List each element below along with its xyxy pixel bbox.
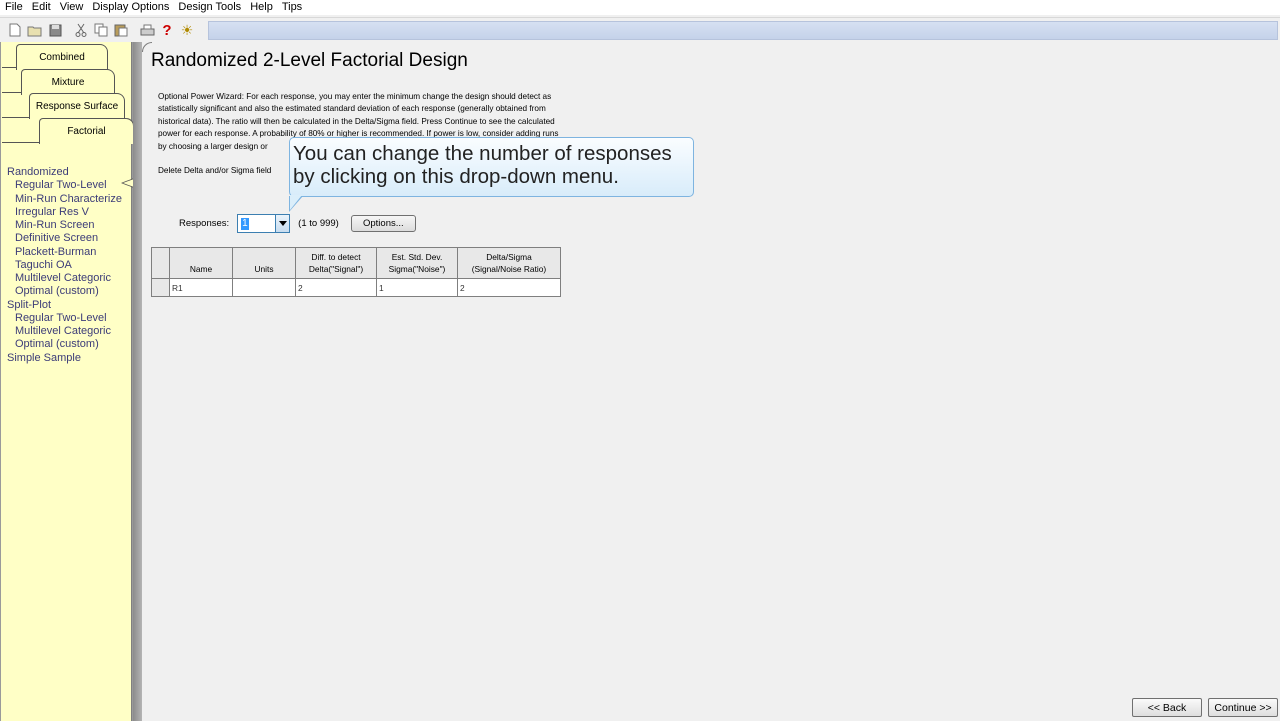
column-header-ratio: Delta/Sigma (Signal/Noise Ratio) xyxy=(457,247,561,279)
nav-irregular-res-v[interactable]: Irregular Res V xyxy=(7,206,132,219)
toolbar: ? ☀ xyxy=(0,17,1280,42)
responses-value[interactable]: 1 xyxy=(241,217,249,230)
column-header-delta: Diff. to detect Delta("Signal") xyxy=(295,247,377,279)
menu-tips[interactable]: Tips xyxy=(282,0,302,15)
cell-sigma[interactable]: 1 xyxy=(376,278,458,297)
callout-line: You can change the number of responses xyxy=(293,142,672,165)
tutorial-callout: You can change the number of responses b… xyxy=(289,137,694,197)
design-type-panel: Combined Mixture Response Surface Factor… xyxy=(0,42,142,721)
nav-plackett-burman[interactable]: Plackett-Burman xyxy=(7,246,132,259)
cell-ratio: 2 xyxy=(457,278,561,297)
back-button[interactable]: << Back xyxy=(1132,698,1202,717)
cell-delta[interactable]: 2 xyxy=(295,278,377,297)
nav-taguchi-oa[interactable]: Taguchi OA xyxy=(7,259,132,272)
menu-file[interactable]: File xyxy=(5,0,23,15)
nav-multilevel-categoric[interactable]: Multilevel Categoric xyxy=(7,272,132,285)
toolbar-strip xyxy=(208,20,1278,40)
nav-randomized[interactable]: Randomized xyxy=(7,166,132,179)
nav-split-plot-optimal-custom[interactable]: Optimal (custom) xyxy=(7,338,132,351)
responses-grid: Name Units Diff. to detect Delta("Signal"… xyxy=(151,247,561,297)
column-header-name: Name xyxy=(169,247,233,279)
description-line: historical data). The ratio will then be… xyxy=(158,116,555,126)
print-icon[interactable] xyxy=(139,22,155,38)
panel-splitter[interactable] xyxy=(133,42,142,721)
responses-row: Responses: 1 (1 to 999) Options... xyxy=(179,214,416,233)
nav-optimal-custom[interactable]: Optimal (custom) xyxy=(7,285,132,298)
nav-regular-two-level[interactable]: Regular Two-Level xyxy=(7,179,132,192)
menu-view[interactable]: View xyxy=(60,0,84,15)
tab-response-surface[interactable]: Response Surface xyxy=(29,93,125,119)
nav-min-run-screen[interactable]: Min-Run Screen xyxy=(7,219,132,232)
cell-name[interactable]: R1 xyxy=(169,278,233,297)
nav-simple-sample[interactable]: Simple Sample xyxy=(7,352,132,365)
new-file-icon[interactable] xyxy=(7,22,23,38)
description-line: Optional Power Wizard: For each response… xyxy=(158,92,552,101)
column-header-units: Units xyxy=(232,247,296,279)
tab-mixture[interactable]: Mixture xyxy=(21,69,115,95)
menu-display-options[interactable]: Display Options xyxy=(92,0,169,15)
nav-split-plot-regular-two-level[interactable]: Regular Two-Level xyxy=(7,312,132,325)
nav-definitive-screen[interactable]: Definitive Screen xyxy=(7,232,132,245)
description-line: statistically significant and also the e… xyxy=(158,104,546,114)
continue-button[interactable]: Continue >> xyxy=(1208,698,1278,717)
cut-icon[interactable] xyxy=(73,22,89,38)
grid-corner xyxy=(151,247,170,279)
nav-min-run-characterize[interactable]: Min-Run Characterize xyxy=(7,193,132,206)
menu-edit[interactable]: Edit xyxy=(32,0,51,15)
nav-split-plot[interactable]: Split-Plot xyxy=(7,299,132,312)
nav-split-plot-multilevel-categoric[interactable]: Multilevel Categoric xyxy=(7,325,132,338)
help-icon[interactable]: ? xyxy=(159,22,175,39)
open-folder-icon[interactable] xyxy=(27,22,43,38)
save-icon[interactable] xyxy=(47,22,63,38)
delete-note: Delete Delta and/or Sigma field xyxy=(158,166,272,175)
tab-combined[interactable]: Combined xyxy=(16,44,108,70)
menu-bar: File Edit View Display Options Design To… xyxy=(0,0,1280,15)
table-row: R1 2 1 2 xyxy=(151,278,561,297)
options-button[interactable]: Options... xyxy=(350,215,416,232)
design-nav-tree: Randomized Regular Two-Level Min-Run Cha… xyxy=(7,166,132,365)
responses-range: (1 to 999) xyxy=(298,218,339,229)
copy-icon[interactable] xyxy=(93,22,109,38)
design-type-panel-body: Combined Mixture Response Surface Factor… xyxy=(1,42,134,721)
callout-line: by clicking on this drop-down menu. xyxy=(293,165,619,188)
row-header[interactable] xyxy=(151,278,170,297)
menu-help[interactable]: Help xyxy=(250,0,273,15)
cell-units[interactable] xyxy=(232,278,296,297)
responses-label: Responses: xyxy=(179,218,230,229)
responses-dropdown[interactable]: 1 xyxy=(237,214,291,233)
paste-icon[interactable] xyxy=(113,22,129,38)
tip-bulb-icon[interactable]: ☀ xyxy=(179,22,195,38)
column-header-sigma: Est. Std. Dev. Sigma("Noise") xyxy=(376,247,458,279)
page-title: Randomized 2-Level Factorial Design xyxy=(151,50,468,71)
tab-factorial[interactable]: Factorial xyxy=(39,118,134,144)
menu-design-tools[interactable]: Design Tools xyxy=(178,0,241,15)
chevron-down-icon[interactable] xyxy=(275,215,290,232)
